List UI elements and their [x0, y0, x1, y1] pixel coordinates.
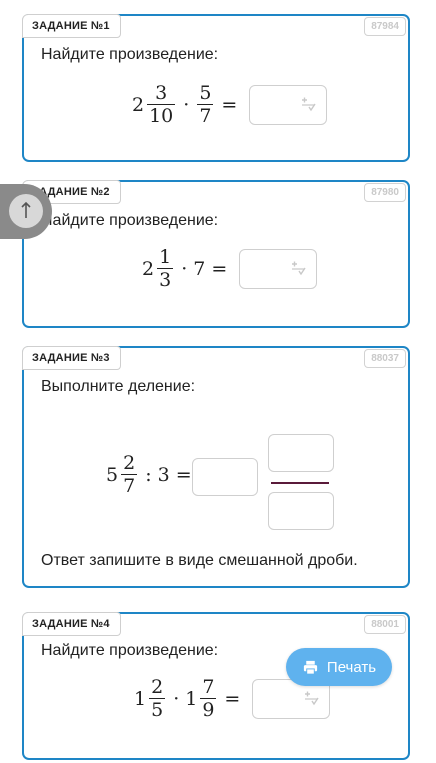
equals-sign: = [224, 687, 241, 710]
task-title: ЗАДАНИЕ №3 [22, 346, 121, 370]
task-header: ЗАДАНИЕ №2 87980 [22, 180, 408, 204]
equals-sign: = [211, 257, 228, 280]
task-id[interactable]: 87984 [364, 17, 406, 36]
denominator: 10 [149, 105, 174, 127]
whole-part: 2 [142, 257, 155, 280]
whole-part-input[interactable] [192, 458, 258, 496]
answer-input[interactable] [239, 248, 318, 289]
operator: · [183, 93, 190, 116]
side-tab-button[interactable] [9, 194, 43, 228]
printer-icon [303, 660, 318, 675]
equals-sign: = [221, 93, 238, 116]
fraction-line [271, 482, 329, 484]
answer-input[interactable] [249, 84, 328, 125]
task-header: ЗАДАНИЕ №3 88037 [22, 346, 408, 370]
print-label: Печать [326, 658, 377, 676]
denominator: 7 [199, 105, 212, 127]
fraction: 3 10 [147, 82, 176, 127]
print-button[interactable]: Печать [286, 648, 392, 686]
fraction: 2 5 [149, 676, 166, 721]
numerator: 1 [159, 246, 172, 268]
denominator: 3 [159, 269, 172, 291]
factor: 7 [193, 257, 206, 280]
task-card-4: ЗАДАНИЕ №4 88001 Найдите произведение: 1… [22, 612, 410, 760]
equals-sign: = [175, 463, 192, 486]
answer-format-note: Ответ запишите в виде смешанной дроби. [41, 552, 358, 569]
task-header: ЗАДАНИЕ №4 88001 [22, 612, 408, 636]
task-header: ЗАДАНИЕ №1 87984 [22, 14, 408, 38]
pointer-icon [21, 201, 31, 218]
denominator-input[interactable] [268, 492, 334, 530]
numerator: 5 [199, 82, 212, 104]
task-card-2: ЗАДАНИЕ №2 87980 Найдите произведение: 2… [22, 180, 410, 328]
task-prompt: Найдите произведение: [41, 46, 219, 63]
denominator: 5 [151, 699, 164, 721]
operator: · [173, 687, 180, 710]
numerator: 3 [155, 82, 168, 104]
numerator-input[interactable] [268, 434, 334, 472]
fraction-input-icon [305, 691, 319, 705]
task-title: ЗАДАНИЕ №1 [22, 14, 121, 38]
task-card-3: ЗАДАНИЕ №3 88037 Выполните деление: 5 2 … [22, 346, 410, 588]
fraction-input-icon [302, 97, 316, 111]
divisor: 3 [157, 463, 170, 486]
fraction: 7 9 [200, 676, 217, 721]
task-id[interactable]: 87980 [364, 183, 406, 202]
task-prompt: Выполните деление: [41, 378, 196, 395]
task-id[interactable]: 88001 [364, 615, 406, 634]
math-expression: 5 2 7 : 3 = [106, 452, 198, 497]
task-title: ЗАДАНИЕ №4 [22, 612, 121, 636]
numerator: 7 [202, 676, 215, 698]
fraction: 5 7 [197, 82, 214, 127]
task-card-1: ЗАДАНИЕ №1 87984 Найдите произведение: 2… [22, 14, 410, 162]
numerator: 2 [151, 676, 164, 698]
math-expression: 2 1 3 · 7 = [142, 246, 318, 291]
operator: · [181, 257, 188, 280]
task-prompt: Найдите произведение: [41, 642, 219, 659]
numerator: 2 [123, 452, 136, 474]
fraction: 2 7 [121, 452, 138, 497]
whole-part: 1 [134, 687, 147, 710]
fraction: 1 3 [157, 246, 174, 291]
whole-part: 2 [132, 93, 145, 116]
task-prompt: Найдите произведение: [41, 212, 219, 229]
denominator: 7 [123, 475, 136, 497]
denominator: 9 [202, 699, 215, 721]
fraction-input-icon [292, 261, 306, 275]
whole-part: 1 [185, 687, 198, 710]
math-expression: 2 3 10 · 5 7 = [132, 82, 328, 127]
operator: : [145, 463, 152, 486]
task-id[interactable]: 88037 [364, 349, 406, 368]
whole-part: 5 [106, 463, 119, 486]
